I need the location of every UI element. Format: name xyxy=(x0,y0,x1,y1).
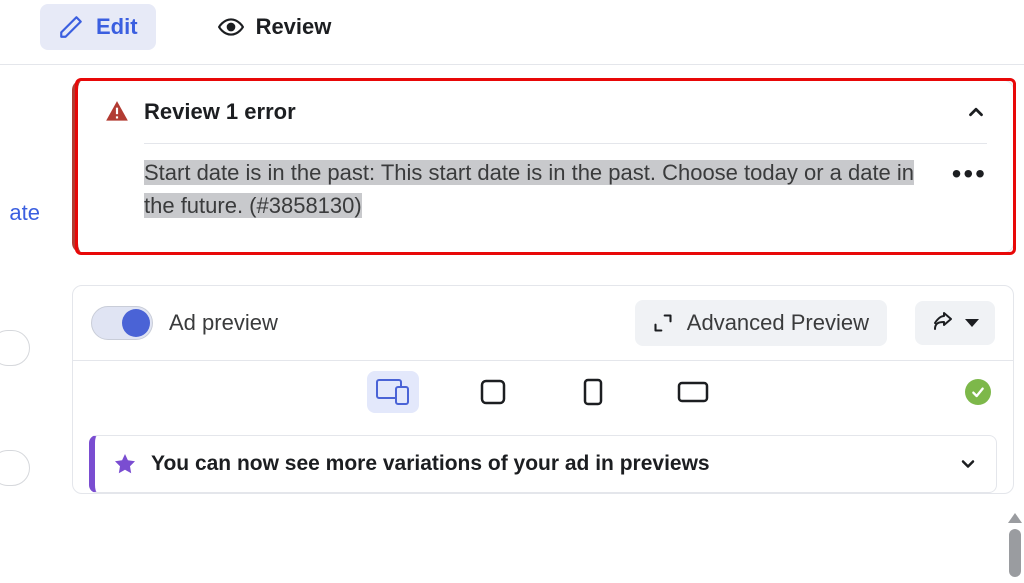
eye-icon xyxy=(218,14,244,40)
chevron-down-icon[interactable] xyxy=(958,454,978,474)
caret-down-icon xyxy=(965,319,979,327)
advanced-preview-label: Advanced Preview xyxy=(687,310,869,336)
preview-top-row: Ad preview Advanced Preview xyxy=(73,286,1013,360)
ad-preview-toggle[interactable] xyxy=(91,306,153,340)
status-check xyxy=(965,379,991,405)
error-title: Review 1 error xyxy=(144,99,296,125)
tab-review-label: Review xyxy=(256,14,332,40)
warning-icon xyxy=(104,99,130,125)
advanced-preview-button[interactable]: Advanced Preview xyxy=(635,300,887,346)
scroll-thumb[interactable] xyxy=(1009,529,1021,577)
device-square-button[interactable] xyxy=(467,371,519,413)
info-title: You can now see more variations of your … xyxy=(151,452,944,476)
error-header[interactable]: Review 1 error xyxy=(104,99,987,125)
scrollbar[interactable] xyxy=(1008,513,1022,577)
cutoff-pill-1 xyxy=(0,330,30,366)
share-icon xyxy=(931,311,955,335)
check-icon xyxy=(965,379,991,405)
ad-preview-label: Ad preview xyxy=(169,310,619,336)
device-row xyxy=(73,361,1013,423)
pencil-icon xyxy=(58,14,84,40)
share-button[interactable] xyxy=(915,301,995,345)
cutoff-text-date: ate xyxy=(0,200,40,226)
error-message-wrap: Start date is in the past: This start da… xyxy=(144,156,934,222)
cutoff-pill-2 xyxy=(0,450,30,486)
error-more-menu[interactable]: ••• xyxy=(952,156,987,188)
tab-edit-label: Edit xyxy=(96,14,138,40)
error-card: Review 1 error Start date is in the past… xyxy=(72,80,1014,253)
error-divider xyxy=(144,143,987,144)
tabs-divider xyxy=(0,64,1024,65)
expand-icon xyxy=(653,313,673,333)
error-message: Start date is in the past: This start da… xyxy=(144,160,914,218)
tab-review[interactable]: Review xyxy=(200,4,350,50)
device-portrait-button[interactable] xyxy=(567,371,619,413)
scroll-up-icon[interactable] xyxy=(1008,513,1022,523)
device-all-button[interactable] xyxy=(367,371,419,413)
top-tabs: Edit Review xyxy=(0,0,1024,64)
toggle-knob xyxy=(122,309,150,337)
star-icon xyxy=(113,452,137,476)
ad-preview-panel: Ad preview Advanced Preview xyxy=(72,285,1014,494)
chevron-up-icon[interactable] xyxy=(965,101,987,123)
device-landscape-button[interactable] xyxy=(667,371,719,413)
tab-edit[interactable]: Edit xyxy=(40,4,156,50)
info-card[interactable]: You can now see more variations of your … xyxy=(89,435,997,493)
